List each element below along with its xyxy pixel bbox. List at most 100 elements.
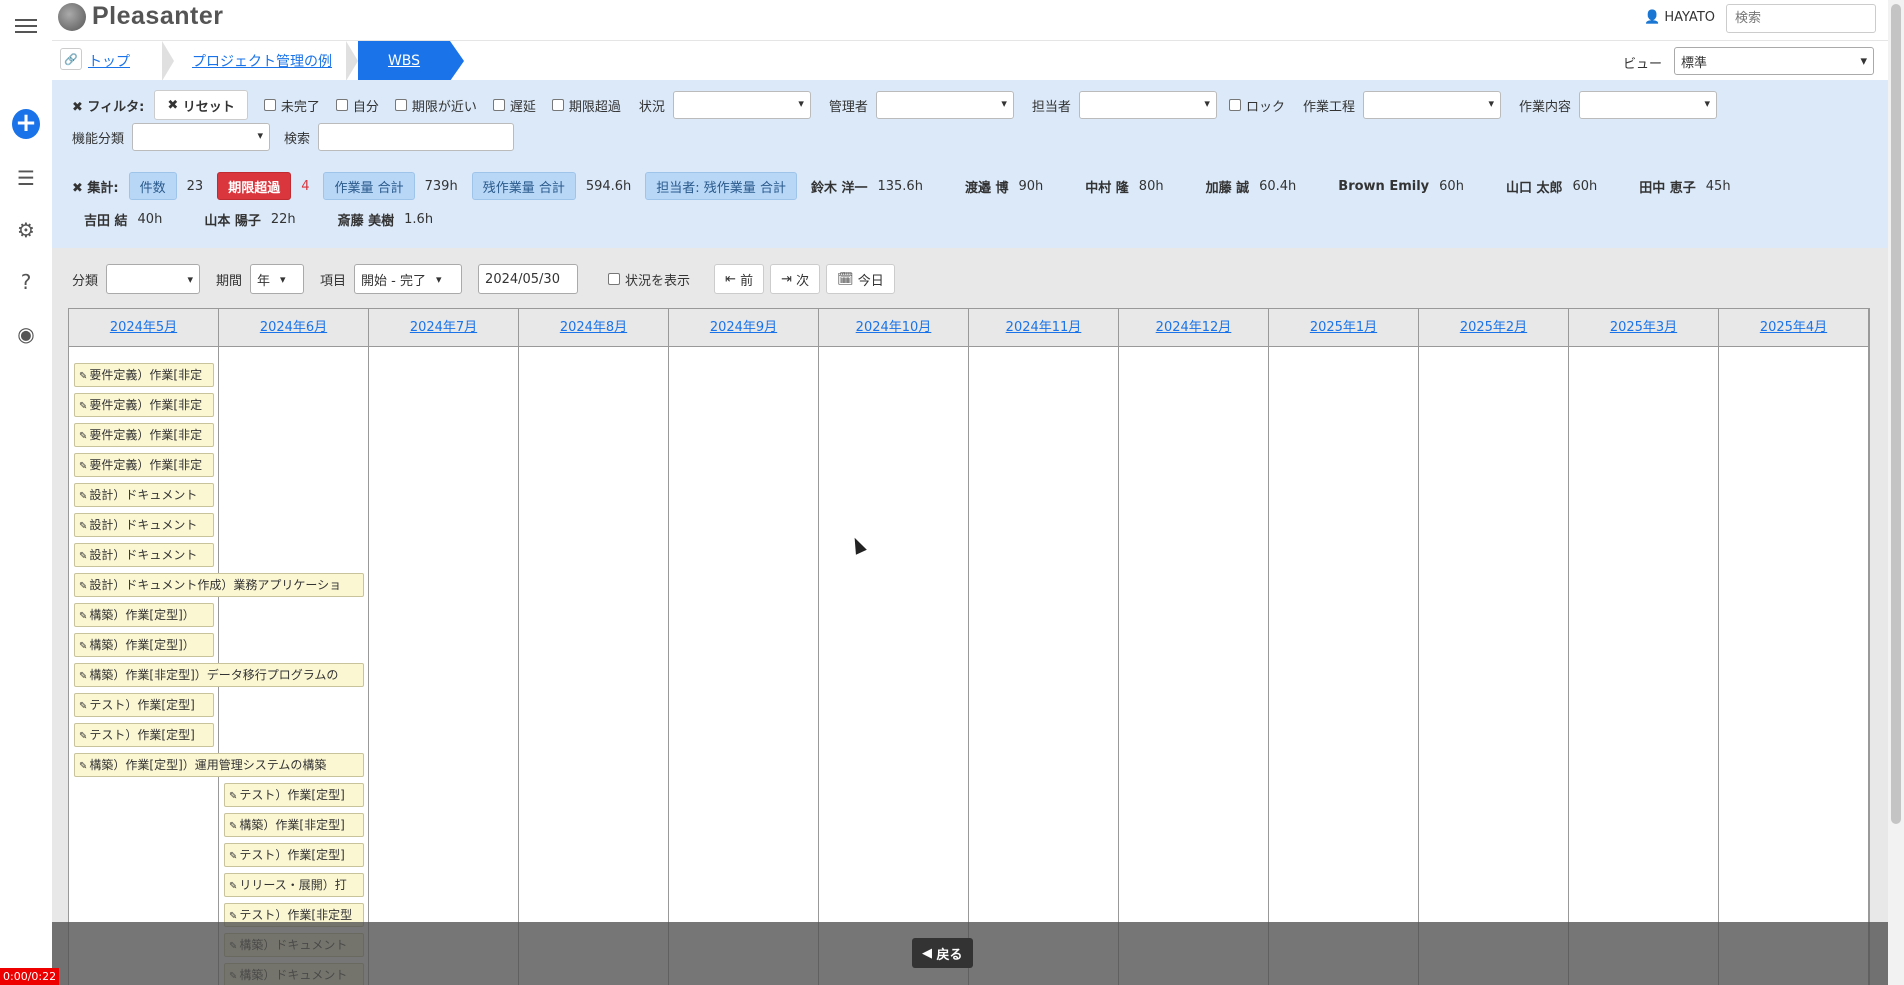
person-name: 吉田 結 <box>84 214 128 229</box>
task-bar[interactable]: ✎ テスト）作業[定型] <box>224 783 364 807</box>
month-header[interactable]: 2025年2月 <box>1419 309 1569 347</box>
logo-icon <box>58 2 86 31</box>
today-button[interactable]: 🗓 今日 <box>826 264 895 294</box>
task-bar[interactable]: ✎ 構築）作業[定型]） <box>74 633 214 657</box>
month-header[interactable]: 2024年11月 <box>969 309 1119 347</box>
task-bar[interactable]: ✎ 構築）作業[定型]）運用管理システムの構築 <box>74 753 364 777</box>
remain-total-chip[interactable]: 残作業量 合計 <box>471 172 576 200</box>
breadcrumb-project[interactable]: プロジェクト管理の例 <box>192 41 332 81</box>
manager-select[interactable] <box>875 91 1014 119</box>
overdue-check[interactable]: 期限超過 <box>551 96 621 115</box>
reset-button[interactable]: ✖ リセット <box>154 90 248 120</box>
task-bar[interactable]: ✎ 要件定義）作業[非定 <box>74 363 214 387</box>
sort-icon[interactable]: ☰ <box>12 164 40 192</box>
scrollbar-thumb[interactable] <box>1891 4 1901 824</box>
task-bar[interactable]: ✎ 構築）作業[非定型] <box>224 813 364 837</box>
task-bar[interactable]: ✎ 設計）ドキュメント <box>74 483 214 507</box>
task-bar[interactable]: ✎ 設計）ドキュメント作成）業務アプリケーショ <box>74 573 364 597</box>
filter-search-input[interactable] <box>318 123 515 151</box>
task-bar[interactable]: ✎ テスト）作業[定型] <box>74 723 214 747</box>
new-item-icon[interactable]: + <box>12 109 40 139</box>
date-input[interactable]: 2024/05/30 <box>478 264 579 294</box>
logo[interactable]: Pleasanter <box>58 2 223 31</box>
month-header[interactable]: 2024年10月 <box>819 309 969 347</box>
edit-icon[interactable]: ✎ <box>229 821 237 832</box>
category-select[interactable] <box>132 123 271 151</box>
item-label: 項目 <box>320 273 347 289</box>
edit-icon[interactable]: ✎ <box>79 761 87 772</box>
breadcrumb-top[interactable]: トップ <box>88 41 130 81</box>
assignee-remain-chip[interactable]: 担当者: 残作業量 合計 <box>645 172 797 200</box>
near-deadline-check[interactable]: 期限が近い <box>394 96 477 115</box>
scrollbar[interactable] <box>1888 0 1904 985</box>
link-icon[interactable]: 🔗 <box>60 48 82 70</box>
self-check[interactable]: 自分 <box>335 96 379 115</box>
task-label: テスト）作業[定型] <box>239 848 345 862</box>
edit-icon[interactable]: ✎ <box>229 911 237 922</box>
month-header[interactable]: 2024年7月 <box>369 309 519 347</box>
month-header[interactable]: 2024年9月 <box>669 309 819 347</box>
process-select[interactable] <box>1362 91 1501 119</box>
task-bar[interactable]: ✎ テスト）作業[定型] <box>74 693 214 717</box>
user-icon[interactable]: ◉ <box>12 320 40 348</box>
month-header[interactable]: 2024年8月 <box>519 309 669 347</box>
task-bar[interactable]: ✎ 設計）ドキュメント <box>74 513 214 537</box>
back-button[interactable]: ◀ 戻る <box>912 938 973 968</box>
edit-icon[interactable]: ✎ <box>79 641 87 652</box>
task-bar[interactable]: ✎ 設計）ドキュメント <box>74 543 214 567</box>
task-bar[interactable]: ✎ 要件定義）作業[非定 <box>74 393 214 417</box>
edit-icon[interactable]: ✎ <box>79 431 87 442</box>
edit-icon[interactable]: ✎ <box>79 671 87 682</box>
assignee-select[interactable] <box>1078 91 1217 119</box>
incomplete-check[interactable]: 未完了 <box>263 96 320 115</box>
breadcrumb-wbs[interactable]: WBS <box>358 41 464 81</box>
edit-icon[interactable]: ✎ <box>79 371 87 382</box>
menu-icon[interactable] <box>12 12 40 40</box>
edit-icon[interactable]: ✎ <box>79 731 87 742</box>
task-bar[interactable]: ✎ リリース・展開）打 <box>224 873 364 897</box>
month-header[interactable]: 2024年6月 <box>219 309 369 347</box>
month-header[interactable]: 2025年4月 <box>1719 309 1869 347</box>
view-select[interactable]: 標準 ▾ <box>1674 47 1874 75</box>
filter-title[interactable]: ✖ フィルタ: <box>72 96 144 115</box>
content-select[interactable] <box>1578 91 1717 119</box>
edit-icon[interactable]: ✎ <box>229 791 237 802</box>
status-select[interactable] <box>672 91 811 119</box>
search-input[interactable] <box>1726 4 1876 33</box>
edit-icon[interactable]: ✎ <box>229 851 237 862</box>
next-button[interactable]: ⇥ 次 <box>770 264 821 294</box>
period-select[interactable]: 年 ▾ <box>250 264 305 294</box>
edit-icon[interactable]: ✎ <box>79 521 87 532</box>
edit-icon[interactable]: ✎ <box>79 401 87 412</box>
show-status-check[interactable]: 状況を表示 <box>608 270 690 289</box>
edit-icon[interactable]: ✎ <box>79 461 87 472</box>
help-icon[interactable]: ? <box>12 268 40 296</box>
task-bar[interactable]: ✎ 要件定義）作業[非定 <box>74 423 214 447</box>
lock-check[interactable]: ロック <box>1228 96 1285 115</box>
class-select[interactable]: ▾ <box>106 264 201 294</box>
gear-icon[interactable]: ⚙ <box>12 216 40 244</box>
edit-icon[interactable]: ✎ <box>79 491 87 502</box>
edit-icon[interactable]: ✎ <box>79 581 87 592</box>
month-header[interactable]: 2025年3月 <box>1569 309 1719 347</box>
edit-icon[interactable]: ✎ <box>79 611 87 622</box>
task-bar[interactable]: ✎ 構築）作業[非定型]）データ移行プログラムの <box>74 663 364 687</box>
month-header[interactable]: 2024年5月 <box>69 309 219 347</box>
task-bar[interactable]: ✎ 要件定義）作業[非定 <box>74 453 214 477</box>
edit-icon[interactable]: ✎ <box>79 701 87 712</box>
user-menu[interactable]: 👤 HAYATO <box>1644 10 1715 25</box>
edit-icon[interactable]: ✎ <box>79 551 87 562</box>
month-header[interactable]: 2024年12月 <box>1119 309 1269 347</box>
filter-panel: ✖ フィルタ: ✖ リセット 未完了 自分 期限が近い 遅延 期限超過 状況 管… <box>52 80 1888 248</box>
prev-button[interactable]: ⇤ 前 <box>714 264 765 294</box>
month-header[interactable]: 2025年1月 <box>1269 309 1419 347</box>
work-total-chip[interactable]: 作業量 合計 <box>323 172 415 200</box>
edit-icon[interactable]: ✎ <box>229 881 237 892</box>
summary-title[interactable]: ✖ 集計: <box>72 177 119 196</box>
overdue-chip[interactable]: 期限超過 <box>217 172 292 200</box>
task-bar[interactable]: ✎ テスト）作業[定型] <box>224 843 364 867</box>
delay-check[interactable]: 遅延 <box>492 96 536 115</box>
item-select[interactable]: 開始 - 完了 ▾ <box>354 264 463 294</box>
count-chip[interactable]: 件数 <box>128 172 177 200</box>
task-bar[interactable]: ✎ 構築）作業[定型]） <box>74 603 214 627</box>
